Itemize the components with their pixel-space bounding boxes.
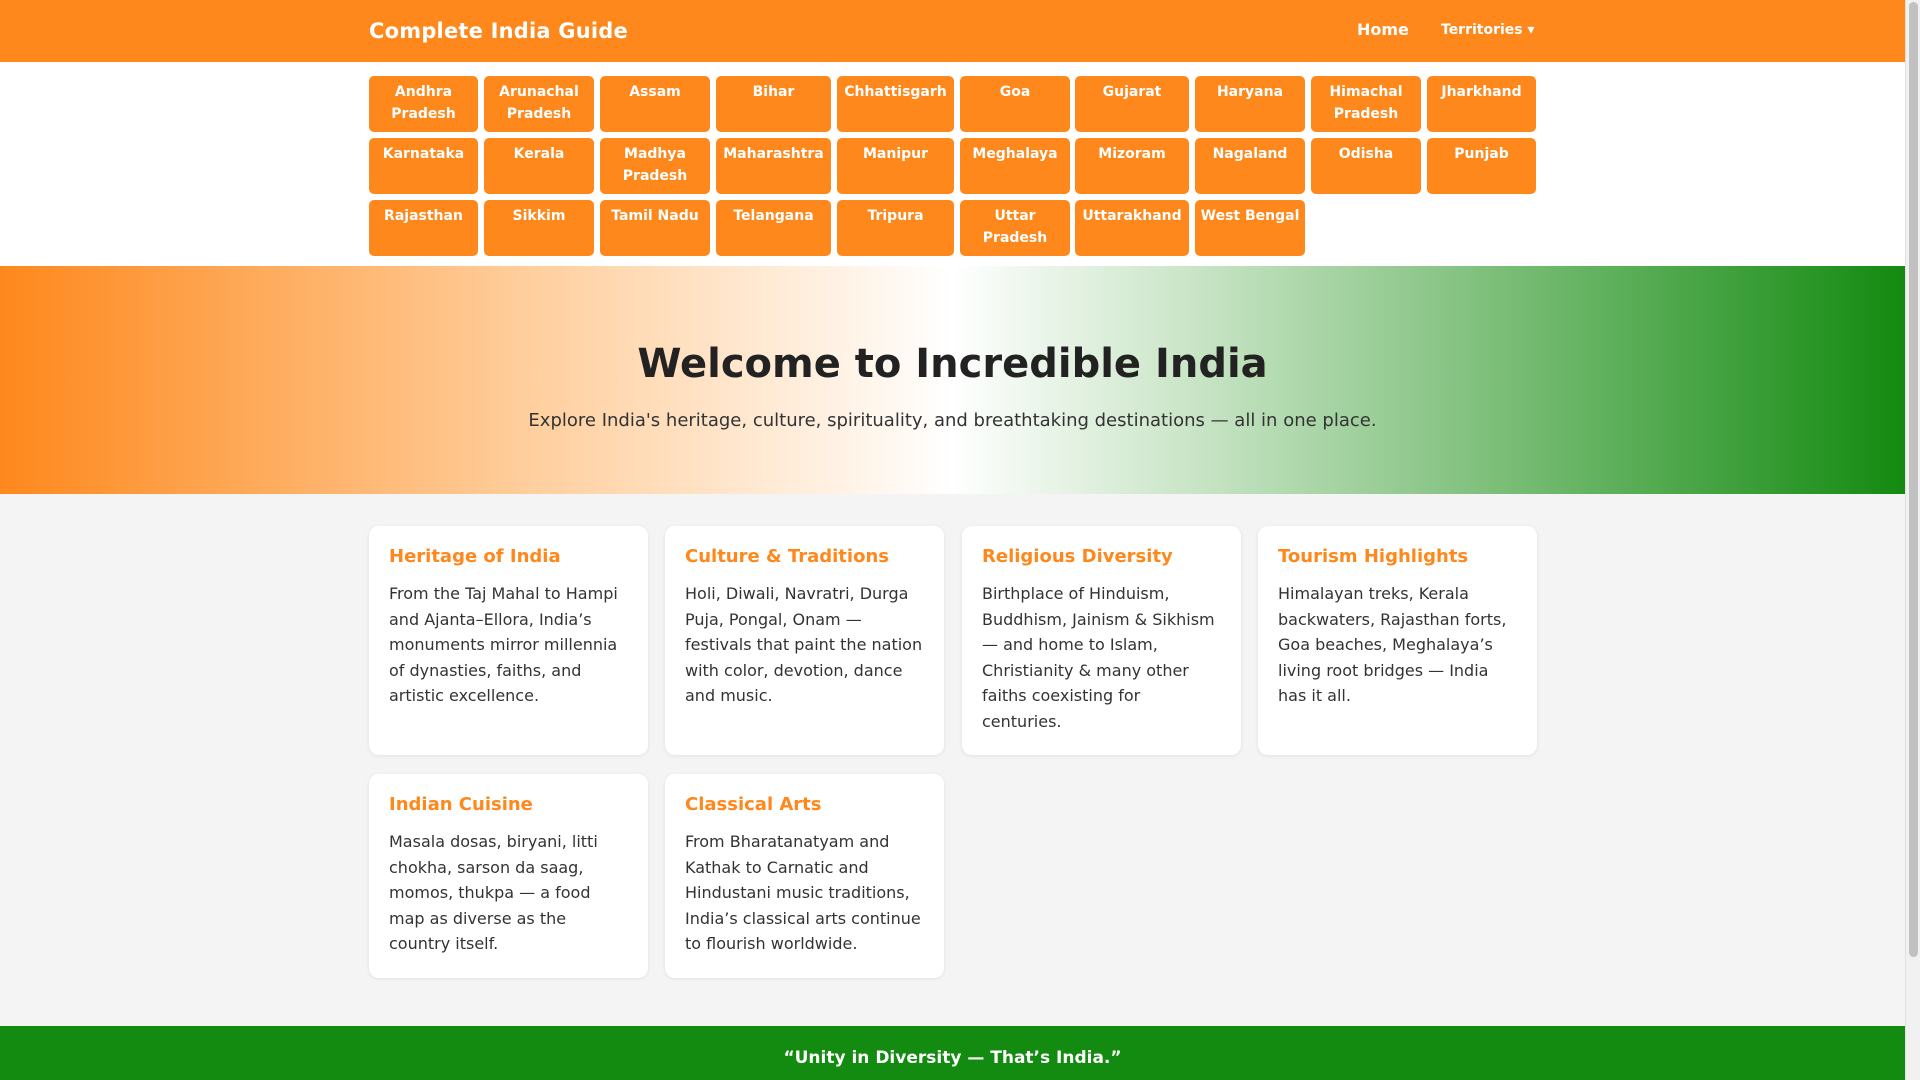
feature-card-religion: Religious Diversity Birthplace of Hindui… <box>962 526 1241 755</box>
state-button[interactable]: Maharashtra <box>716 138 831 194</box>
state-button[interactable]: Nagaland <box>1195 138 1305 194</box>
state-button[interactable]: West Bengal <box>1195 200 1305 256</box>
page: Complete India Guide Home Territories ▾ … <box>0 0 1905 1080</box>
state-button[interactable]: Tamil Nadu <box>600 200 710 256</box>
card-text: Himalayan treks, Kerala backwaters, Raja… <box>1278 584 1507 706</box>
state-button[interactable]: Goa <box>960 76 1070 132</box>
state-button[interactable]: Himachal Pradesh <box>1311 76 1421 132</box>
card-text: Masala dosas, biryani, litti chokha, sar… <box>389 832 598 954</box>
hero-subtitle: Explore India's heritage, culture, spiri… <box>528 410 1377 431</box>
state-button[interactable]: Assam <box>600 76 710 132</box>
state-button[interactable]: Karnataka <box>369 138 478 194</box>
states-grid: Andhra Pradesh Arunachal Pradesh Assam B… <box>0 62 1905 266</box>
state-button[interactable]: Telangana <box>716 200 831 256</box>
state-button[interactable]: Andhra Pradesh <box>369 76 478 132</box>
state-button[interactable]: Manipur <box>837 138 954 194</box>
feature-card-culture: Culture & Traditions Holi, Diwali, Navra… <box>665 526 944 755</box>
state-button[interactable]: Bihar <box>716 76 831 132</box>
feature-card-cuisine: Indian Cuisine Masala dosas, biryani, li… <box>369 774 648 978</box>
footer-quote: “Unity in Diversity — That’s India.” <box>783 1048 1122 1068</box>
state-button[interactable]: Uttar Pradesh <box>960 200 1070 256</box>
feature-card-heritage: Heritage of India From the Taj Mahal to … <box>369 526 648 755</box>
card-text: From the Taj Mahal to Hampi and Ajanta–E… <box>389 584 618 706</box>
state-button[interactable]: Jharkhand <box>1427 76 1536 132</box>
state-button[interactable]: Punjab <box>1427 138 1536 194</box>
card-title: Culture & Traditions <box>685 546 889 567</box>
state-button[interactable]: Kerala <box>484 138 594 194</box>
card-text: Holi, Diwali, Navratri, Durga Puja, Pong… <box>685 584 923 706</box>
hero-banner: Welcome to Incredible India Explore Indi… <box>0 266 1905 494</box>
state-button[interactable]: Haryana <box>1195 76 1305 132</box>
state-button[interactable]: Mizoram <box>1075 138 1189 194</box>
feature-card-tourism: Tourism Highlights Himalayan treks, Kera… <box>1258 526 1537 755</box>
state-button[interactable]: Chhattisgarh <box>837 76 954 132</box>
scrollbar-thumb[interactable] <box>1909 2 1918 957</box>
card-text: From Bharatanatyam and Kathak to Carnati… <box>685 832 921 954</box>
top-nav-bar: Complete India Guide Home Territories ▾ <box>0 0 1905 62</box>
hero-title: Welcome to Incredible India <box>637 341 1268 387</box>
state-button[interactable]: Uttarakhand <box>1075 200 1189 256</box>
state-button[interactable]: Tripura <box>837 200 954 256</box>
state-button[interactable]: Rajasthan <box>369 200 478 256</box>
site-brand[interactable]: Complete India Guide <box>369 19 628 43</box>
state-button[interactable]: Gujarat <box>1075 76 1189 132</box>
card-title: Heritage of India <box>389 546 561 567</box>
state-button[interactable]: Sikkim <box>484 200 594 256</box>
card-title: Religious Diversity <box>982 546 1173 567</box>
state-button[interactable]: Madhya Pradesh <box>600 138 710 194</box>
nav-home-link[interactable]: Home <box>1357 20 1409 39</box>
card-title: Tourism Highlights <box>1278 546 1469 567</box>
state-button[interactable]: Arunachal Pradesh <box>484 76 594 132</box>
feature-card-arts: Classical Arts From Bharatanatyam and Ka… <box>665 774 944 978</box>
vertical-scrollbar[interactable] <box>1905 0 1920 1080</box>
footer: “Unity in Diversity — That’s India.” <box>0 1026 1905 1080</box>
card-text: Birthplace of Hinduism, Buddhism, Jainis… <box>982 584 1215 731</box>
card-title: Indian Cuisine <box>389 794 533 815</box>
card-title: Classical Arts <box>685 794 822 815</box>
state-button[interactable]: Odisha <box>1311 138 1421 194</box>
nav-territories-dropdown[interactable]: Territories ▾ <box>1441 22 1535 38</box>
state-button[interactable]: Meghalaya <box>960 138 1070 194</box>
